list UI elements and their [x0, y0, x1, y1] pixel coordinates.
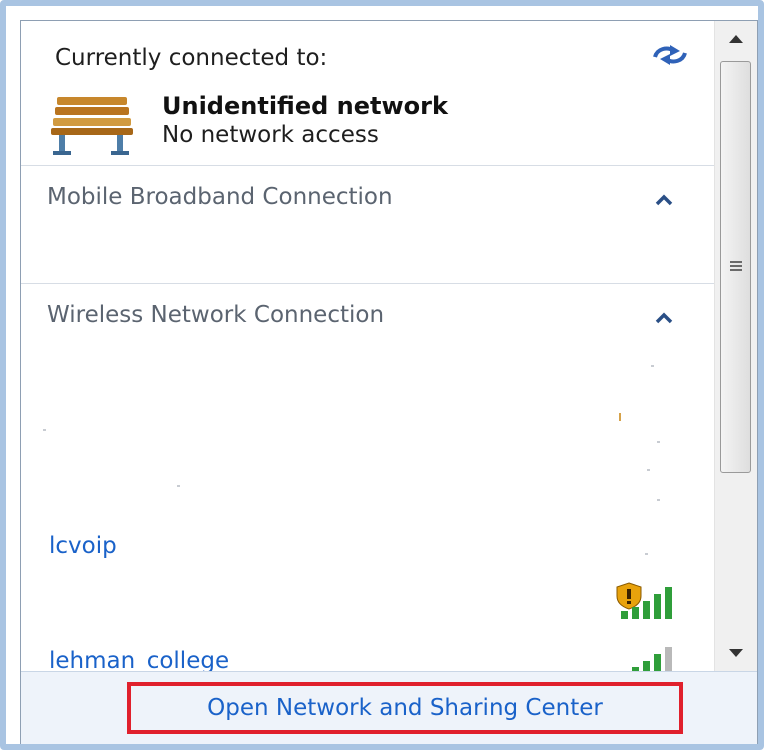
scroll-down-arrow-icon[interactable] — [715, 635, 757, 671]
grip-icon — [730, 261, 742, 271]
refresh-icon[interactable] — [649, 41, 691, 69]
artifact — [645, 553, 648, 555]
scrollbar[interactable] — [714, 21, 757, 671]
open-network-sharing-center-link[interactable]: Open Network and Sharing Center — [127, 682, 683, 734]
flyout-panel: Currently connected to: Unidentified net… — [20, 20, 758, 744]
artifact — [177, 485, 180, 487]
artifact — [651, 365, 654, 367]
divider — [21, 283, 714, 284]
network-item-lehman-college[interactable]: lehman_college — [49, 648, 229, 671]
currently-connected-heading: Currently connected to: — [55, 45, 328, 71]
bench-icon — [51, 97, 133, 155]
scroll-thumb[interactable] — [720, 61, 751, 473]
section-mobile-broadband[interactable]: Mobile Broadband Connection — [47, 184, 393, 210]
signal-shield-icon — [616, 582, 672, 619]
artifact — [657, 499, 660, 501]
network-list-area: Currently connected to: Unidentified net… — [21, 21, 714, 671]
artifact — [43, 429, 46, 431]
section-wireless[interactable]: Wireless Network Connection — [47, 302, 384, 328]
chevron-up-icon[interactable] — [651, 307, 677, 329]
current-network-status: No network access — [162, 122, 379, 148]
flyout-footer: Open Network and Sharing Center — [21, 671, 757, 744]
artifact — [647, 469, 650, 471]
network-item-lcvoip[interactable]: lcvoip — [49, 533, 117, 559]
divider — [21, 165, 714, 166]
artifact — [619, 413, 621, 421]
artifact — [657, 441, 660, 443]
network-flyout: Currently connected to: Unidentified net… — [0, 0, 764, 750]
chevron-up-icon[interactable] — [651, 189, 677, 211]
current-network-name: Unidentified network — [162, 92, 448, 120]
scroll-up-arrow-icon[interactable] — [715, 21, 757, 57]
signal-bars-icon — [632, 647, 672, 671]
